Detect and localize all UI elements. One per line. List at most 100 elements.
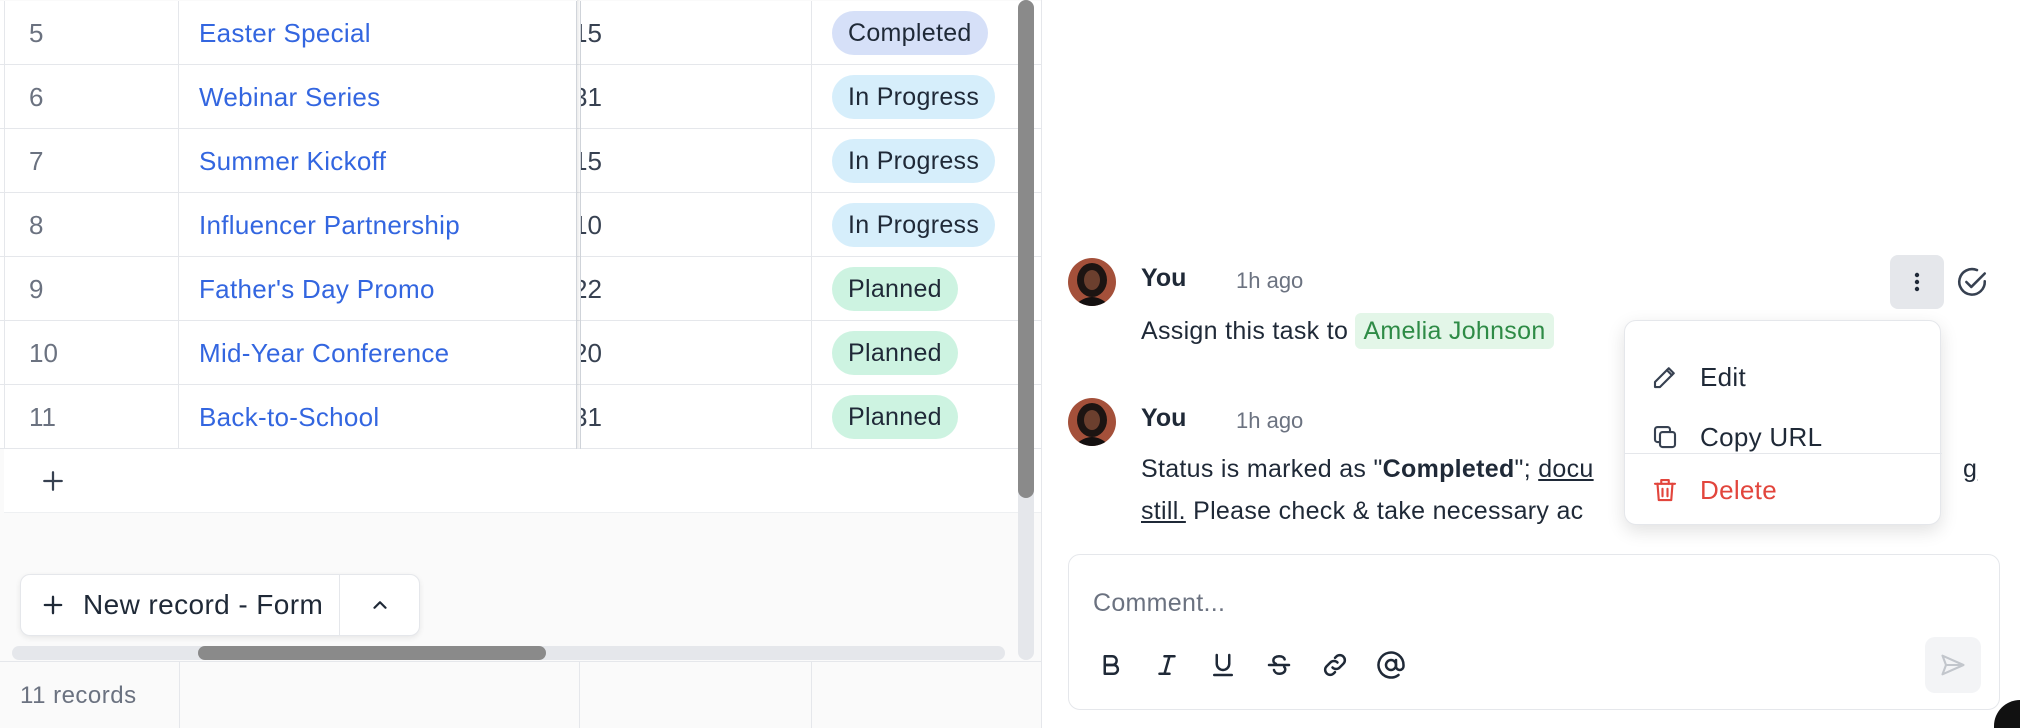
comment-link[interactable]: docu xyxy=(1538,455,1593,483)
table-row[interactable]: 8 Influencer Partnership 10 In Progress xyxy=(0,193,1041,257)
name-cell[interactable]: Mid-Year Conference xyxy=(179,321,577,385)
row-number: 7 xyxy=(29,145,44,176)
status-badge: Planned xyxy=(832,395,958,439)
comment-input[interactable] xyxy=(1093,583,1953,623)
italic-button[interactable] xyxy=(1147,645,1187,685)
menu-divider xyxy=(1625,453,1942,454)
new-record-options-button[interactable] xyxy=(340,575,419,635)
date-cell[interactable]: 31 xyxy=(580,65,812,129)
status-cell[interactable]: Completed xyxy=(812,1,1041,65)
new-record-split-button: New record - Form xyxy=(20,574,420,636)
status-badge: Completed xyxy=(832,11,988,55)
status-cell[interactable]: In Progress xyxy=(812,129,1041,193)
date-cell[interactable]: 20 xyxy=(580,321,812,385)
footer-cell xyxy=(180,662,580,728)
resolve-comment-button[interactable] xyxy=(1955,265,1989,299)
strikethrough-icon xyxy=(1267,655,1291,675)
row-number-cell: 9 xyxy=(4,257,179,321)
status-cell[interactable]: Planned xyxy=(812,385,1041,449)
add-row-button[interactable] xyxy=(4,449,1041,513)
name-cell[interactable]: Influencer Partnership xyxy=(179,193,577,257)
avatar[interactable] xyxy=(1068,258,1116,306)
row-number: 8 xyxy=(29,209,44,240)
date-cell[interactable]: 31 xyxy=(580,385,812,449)
menu-item-edit[interactable]: Edit xyxy=(1625,348,1942,406)
table-row[interactable]: 7 Summer Kickoff 15 In Progress xyxy=(0,129,1041,193)
comment-context-menu: Edit Copy URL Delete xyxy=(1624,320,1942,525)
trash-icon xyxy=(1653,478,1677,502)
record-name-link[interactable]: Back-to-School xyxy=(199,402,380,433)
frozen-column-divider xyxy=(577,0,581,448)
comment-more-options-button[interactable] xyxy=(1890,255,1944,309)
status-cell[interactable]: In Progress xyxy=(812,65,1041,129)
menu-item-label: Edit xyxy=(1700,361,1747,392)
comment-link[interactable]: still. xyxy=(1141,497,1186,525)
vertical-scrollbar[interactable] xyxy=(1018,0,1034,660)
date-cell[interactable]: 22 xyxy=(580,257,812,321)
row-number: 10 xyxy=(29,337,58,368)
underline-button[interactable] xyxy=(1203,645,1243,685)
record-name-link[interactable]: Summer Kickoff xyxy=(199,146,386,177)
date-cell[interactable]: 15 xyxy=(580,1,812,65)
record-name-link[interactable]: Influencer Partnership xyxy=(199,210,460,241)
horizontal-scrollbar[interactable] xyxy=(12,646,1005,660)
send-icon xyxy=(1941,654,1965,676)
user-mention[interactable]: Amelia Johnson xyxy=(1355,313,1554,349)
record-name-link[interactable]: Mid-Year Conference xyxy=(199,338,449,369)
grid-pane: 5 Easter Special 15 Completed 6 Webinar Serie… xyxy=(0,0,1042,728)
status-badge: In Progress xyxy=(832,203,996,247)
table-row[interactable]: 6 Webinar Series 31 In Progress xyxy=(0,65,1041,129)
date-value: 31 xyxy=(581,81,602,112)
status-cell[interactable]: Planned xyxy=(812,257,1041,321)
avatar-image xyxy=(1068,398,1116,446)
date-value: 15 xyxy=(581,17,602,48)
more-vertical-icon xyxy=(1914,272,1920,292)
row-number-cell: 6 xyxy=(4,65,179,129)
comment-text: Please check & take necessary ac xyxy=(1185,497,1584,525)
check-circle-icon xyxy=(1958,267,1987,296)
status-badge: Planned xyxy=(832,331,958,375)
name-cell[interactable]: Summer Kickoff xyxy=(179,129,577,193)
bold-button[interactable] xyxy=(1091,645,1131,685)
name-cell[interactable]: Father's Day Promo xyxy=(179,257,577,321)
comment-timestamp: 1h ago xyxy=(1236,268,1304,293)
status-badge: In Progress xyxy=(832,139,996,183)
new-record-button[interactable]: New record - Form xyxy=(21,575,341,635)
vertical-scrollbar-thumb[interactable] xyxy=(1018,0,1034,498)
avatar[interactable] xyxy=(1068,398,1116,446)
chevron-up-icon xyxy=(372,601,387,609)
date-value: 20 xyxy=(581,337,602,368)
table-row[interactable]: 11 Back-to-School 31 Planned xyxy=(0,385,1041,449)
strikethrough-button[interactable] xyxy=(1259,645,1299,685)
record-name-link[interactable]: Father's Day Promo xyxy=(199,274,435,305)
comment-link[interactable]: g xyxy=(1963,448,1977,490)
row-number: 11 xyxy=(29,401,56,432)
record-count: 11 records xyxy=(20,682,137,709)
status-cell[interactable]: Planned xyxy=(812,321,1041,385)
record-name-link[interactable]: Webinar Series xyxy=(199,82,380,113)
date-cell[interactable]: 10 xyxy=(580,193,812,257)
name-cell[interactable]: Easter Special xyxy=(179,1,577,65)
menu-item-label: Copy URL xyxy=(1700,421,1823,452)
link-button[interactable] xyxy=(1315,645,1355,685)
horizontal-scrollbar-thumb[interactable] xyxy=(198,646,546,660)
table-row[interactable]: 9 Father's Day Promo 22 Planned xyxy=(0,257,1041,321)
copy-icon xyxy=(1653,425,1677,449)
name-cell[interactable]: Webinar Series xyxy=(179,65,577,129)
comment-author: You xyxy=(1141,404,1187,432)
record-name-link[interactable]: Easter Special xyxy=(199,18,371,49)
mention-button[interactable] xyxy=(1371,645,1411,685)
date-cell[interactable]: 15 xyxy=(580,129,812,193)
table-row[interactable]: 10 Mid-Year Conference 20 Planned xyxy=(0,321,1041,385)
link-icon xyxy=(1323,653,1347,677)
plus-icon xyxy=(43,470,63,491)
table-row[interactable]: 5 Easter Special 15 Completed xyxy=(0,1,1041,65)
comment-text-bold: Completed xyxy=(1382,455,1515,483)
status-cell[interactable]: In Progress xyxy=(812,193,1041,257)
name-cell[interactable]: Back-to-School xyxy=(179,385,577,449)
menu-item-delete[interactable]: Delete xyxy=(1625,461,1942,519)
menu-item-copy-url[interactable]: Copy URL xyxy=(1625,408,1942,466)
send-comment-button[interactable] xyxy=(1925,637,1981,693)
comment-text: Assign this task to xyxy=(1141,317,1356,345)
row-number: 5 xyxy=(29,17,44,48)
